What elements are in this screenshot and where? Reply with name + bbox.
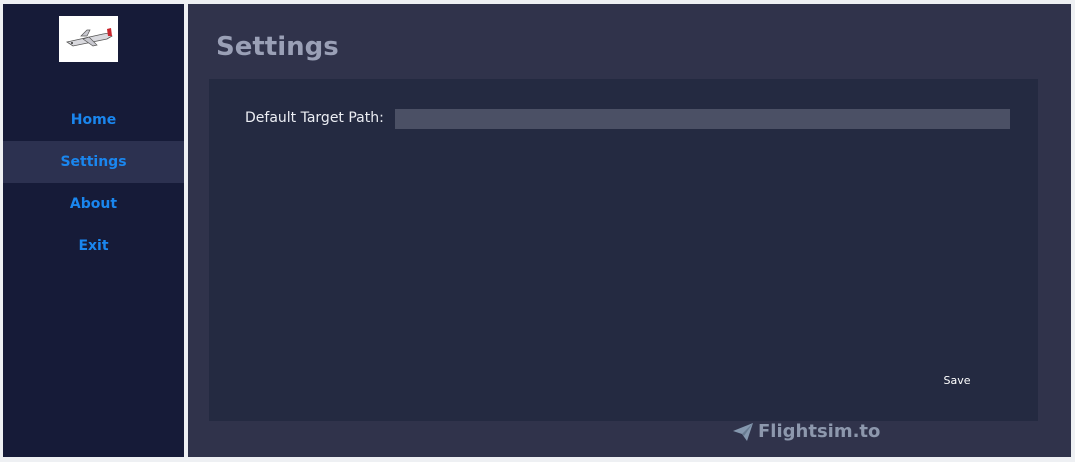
settings-panel: Default Target Path: Save <box>209 79 1038 421</box>
default-target-path-label: Default Target Path: <box>245 110 384 126</box>
main-content: Settings Default Target Path: Save <box>188 4 1071 457</box>
sidebar-item-settings[interactable]: Settings <box>3 141 184 183</box>
sidebar-nav: Home Settings About Exit <box>3 99 184 267</box>
paper-plane-icon <box>733 422 753 441</box>
default-target-path-input[interactable] <box>395 109 1010 129</box>
sidebar-item-exit[interactable]: Exit <box>3 225 184 267</box>
airplane-icon <box>65 28 113 47</box>
page-title: Settings <box>216 32 339 62</box>
app-logo <box>59 16 118 62</box>
save-button[interactable]: Save <box>937 371 977 389</box>
sidebar-item-home[interactable]: Home <box>3 99 184 141</box>
watermark: Flightsim.to <box>732 421 880 442</box>
sidebar-item-about[interactable]: About <box>3 183 184 225</box>
sidebar: Home Settings About Exit <box>3 4 184 457</box>
watermark-text: Flightsim.to <box>758 421 881 442</box>
app-window: Home Settings About Exit Settings Defaul… <box>0 0 1075 462</box>
